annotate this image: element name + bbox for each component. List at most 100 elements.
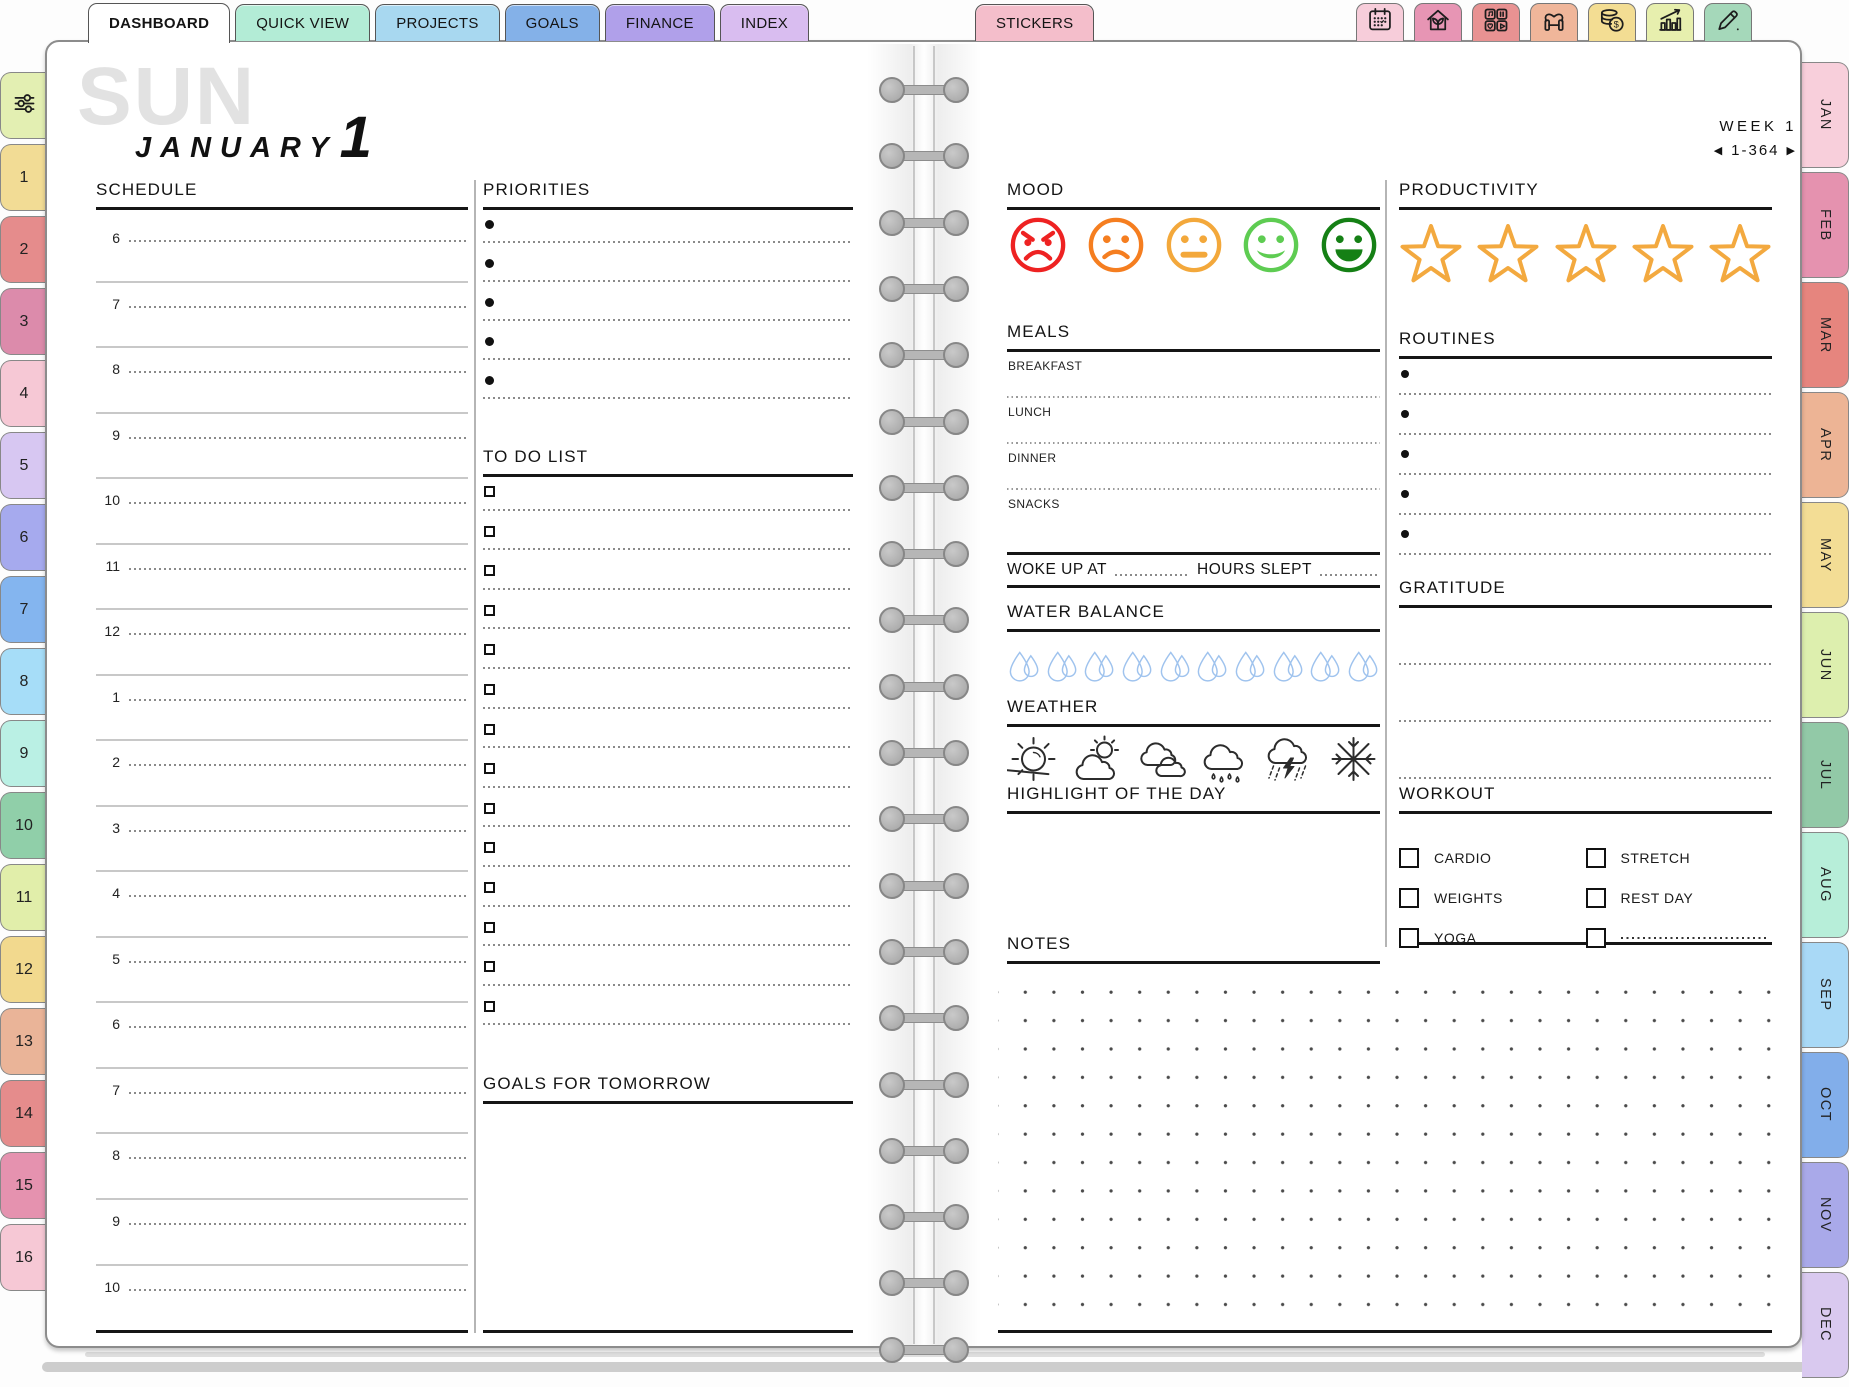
tab-month-mar[interactable]: MAR [1802,282,1849,388]
highlight-input-area[interactable] [1007,814,1380,929]
schedule-input-line[interactable] [129,502,468,504]
tab-projects[interactable]: PROJECTS [375,4,499,41]
mood-very-happy-icon[interactable] [1320,216,1378,279]
todo-input-line[interactable] [483,548,853,550]
workout-checkbox-blank[interactable] [1586,928,1606,948]
productivity-star-5[interactable] [1708,224,1772,289]
todo-checkbox[interactable] [484,763,495,774]
todo-checkbox[interactable] [484,1001,495,1012]
todo-input-line[interactable] [483,627,853,629]
workout-checkbox-rest-day[interactable] [1586,888,1606,908]
water-drop-icon[interactable] [1195,646,1229,691]
water-drop-icon[interactable] [1346,646,1380,691]
tab-day-5[interactable]: 5 [0,432,47,499]
water-drop-icon[interactable] [1308,646,1342,691]
todo-checkbox[interactable] [484,882,495,893]
tab-day-6[interactable]: 6 [0,504,47,571]
mood-angry-icon[interactable] [1009,216,1067,279]
tab-month-aug[interactable]: AUG [1802,832,1849,938]
tab-day-10[interactable]: 10 [0,792,47,859]
schedule-input-line[interactable] [129,568,468,570]
todo-checkbox[interactable] [484,486,495,497]
tab-day-9[interactable]: 9 [0,720,47,787]
tab-dashboard[interactable]: DASHBOARD [88,3,230,43]
tab-chart-icon[interactable] [1646,3,1694,41]
schedule-input-line[interactable] [129,1223,468,1225]
tab-month-jun[interactable]: JUN [1802,612,1849,718]
tab-fitness-icon[interactable] [1530,3,1578,41]
schedule-input-line[interactable] [129,633,468,635]
todo-input-line[interactable] [483,509,853,511]
tab-month-dec[interactable]: DEC [1802,1272,1849,1378]
routine-input-line[interactable] [1399,433,1772,435]
todo-input-line[interactable] [483,746,853,748]
productivity-star-3[interactable] [1554,224,1618,289]
priority-input-line[interactable] [483,280,853,282]
todo-input-line[interactable] [483,588,853,590]
tab-media-apps-icon[interactable] [1472,3,1520,41]
sun-icon[interactable] [1007,735,1060,788]
tab-day-8[interactable]: 8 [0,648,47,715]
tab-day-13[interactable]: 13 [0,1008,47,1075]
todo-input-line[interactable] [483,825,853,827]
tab-day-2[interactable]: 2 [0,216,47,283]
priority-input-line[interactable] [483,319,853,321]
routine-input-line[interactable] [1399,513,1772,515]
todo-checkbox[interactable] [484,605,495,616]
tab-money-icon[interactable]: $ [1588,3,1636,41]
tab-day-16[interactable]: 16 [0,1224,47,1291]
todo-input-line[interactable] [483,905,853,907]
rain-cloud-icon[interactable] [1199,735,1252,788]
tab-settings[interactable] [0,72,47,139]
todo-checkbox[interactable] [484,526,495,537]
workout-checkbox-cardio[interactable] [1399,848,1419,868]
workout-checkbox-yoga[interactable] [1399,928,1419,948]
sun-cloud-icon[interactable] [1071,735,1124,788]
workout-checkbox-stretch[interactable] [1586,848,1606,868]
todo-checkbox[interactable] [484,684,495,695]
tab-day-4[interactable]: 4 [0,360,47,427]
productivity-star-4[interactable] [1631,224,1695,289]
tab-index[interactable]: INDEX [720,4,809,41]
water-drop-icon[interactable] [1271,646,1305,691]
routine-input-line[interactable] [1399,553,1772,555]
tab-stickers[interactable]: STICKERS [975,4,1094,41]
tab-day-1[interactable]: 1 [0,144,47,211]
todo-input-line[interactable] [483,865,853,867]
schedule-input-line[interactable] [129,1092,468,1094]
workout-fill-in-line[interactable] [1621,937,1769,939]
gratitude-input-line[interactable] [1399,777,1772,779]
todo-checkbox[interactable] [484,842,495,853]
tab-month-jan[interactable]: JAN [1802,62,1849,168]
water-drop-icon[interactable] [1120,646,1154,691]
water-drop-icon[interactable] [1007,646,1041,691]
storm-cloud-icon[interactable] [1263,735,1316,788]
schedule-input-line[interactable] [129,306,468,308]
mood-happy-icon[interactable] [1242,216,1300,279]
tab-finance[interactable]: FINANCE [605,4,715,41]
tab-month-feb[interactable]: FEB [1802,172,1849,278]
schedule-input-line[interactable] [129,1026,468,1028]
clouds-icon[interactable] [1135,735,1188,788]
routine-input-line[interactable] [1399,473,1772,475]
todo-input-line[interactable] [483,786,853,788]
schedule-input-line[interactable] [129,699,468,701]
todo-checkbox[interactable] [484,565,495,576]
tab-calendar-icon[interactable] [1356,3,1404,41]
tab-house-plant-icon[interactable] [1414,3,1462,41]
schedule-input-line[interactable] [129,371,468,373]
schedule-input-line[interactable] [129,830,468,832]
todo-input-line[interactable] [483,984,853,986]
tab-day-7[interactable]: 7 [0,576,47,643]
tab-month-jul[interactable]: JUL [1802,722,1849,828]
schedule-input-line[interactable] [129,1289,468,1291]
schedule-input-line[interactable] [129,961,468,963]
snowflake-icon[interactable] [1327,735,1380,788]
tab-month-oct[interactable]: OCT [1802,1052,1849,1158]
schedule-input-line[interactable] [129,1157,468,1159]
schedule-input-line[interactable] [129,437,468,439]
todo-checkbox[interactable] [484,803,495,814]
water-drop-icon[interactable] [1082,646,1116,691]
woke-up-input[interactable] [1115,574,1187,576]
tab-goals[interactable]: GOALS [505,4,600,41]
